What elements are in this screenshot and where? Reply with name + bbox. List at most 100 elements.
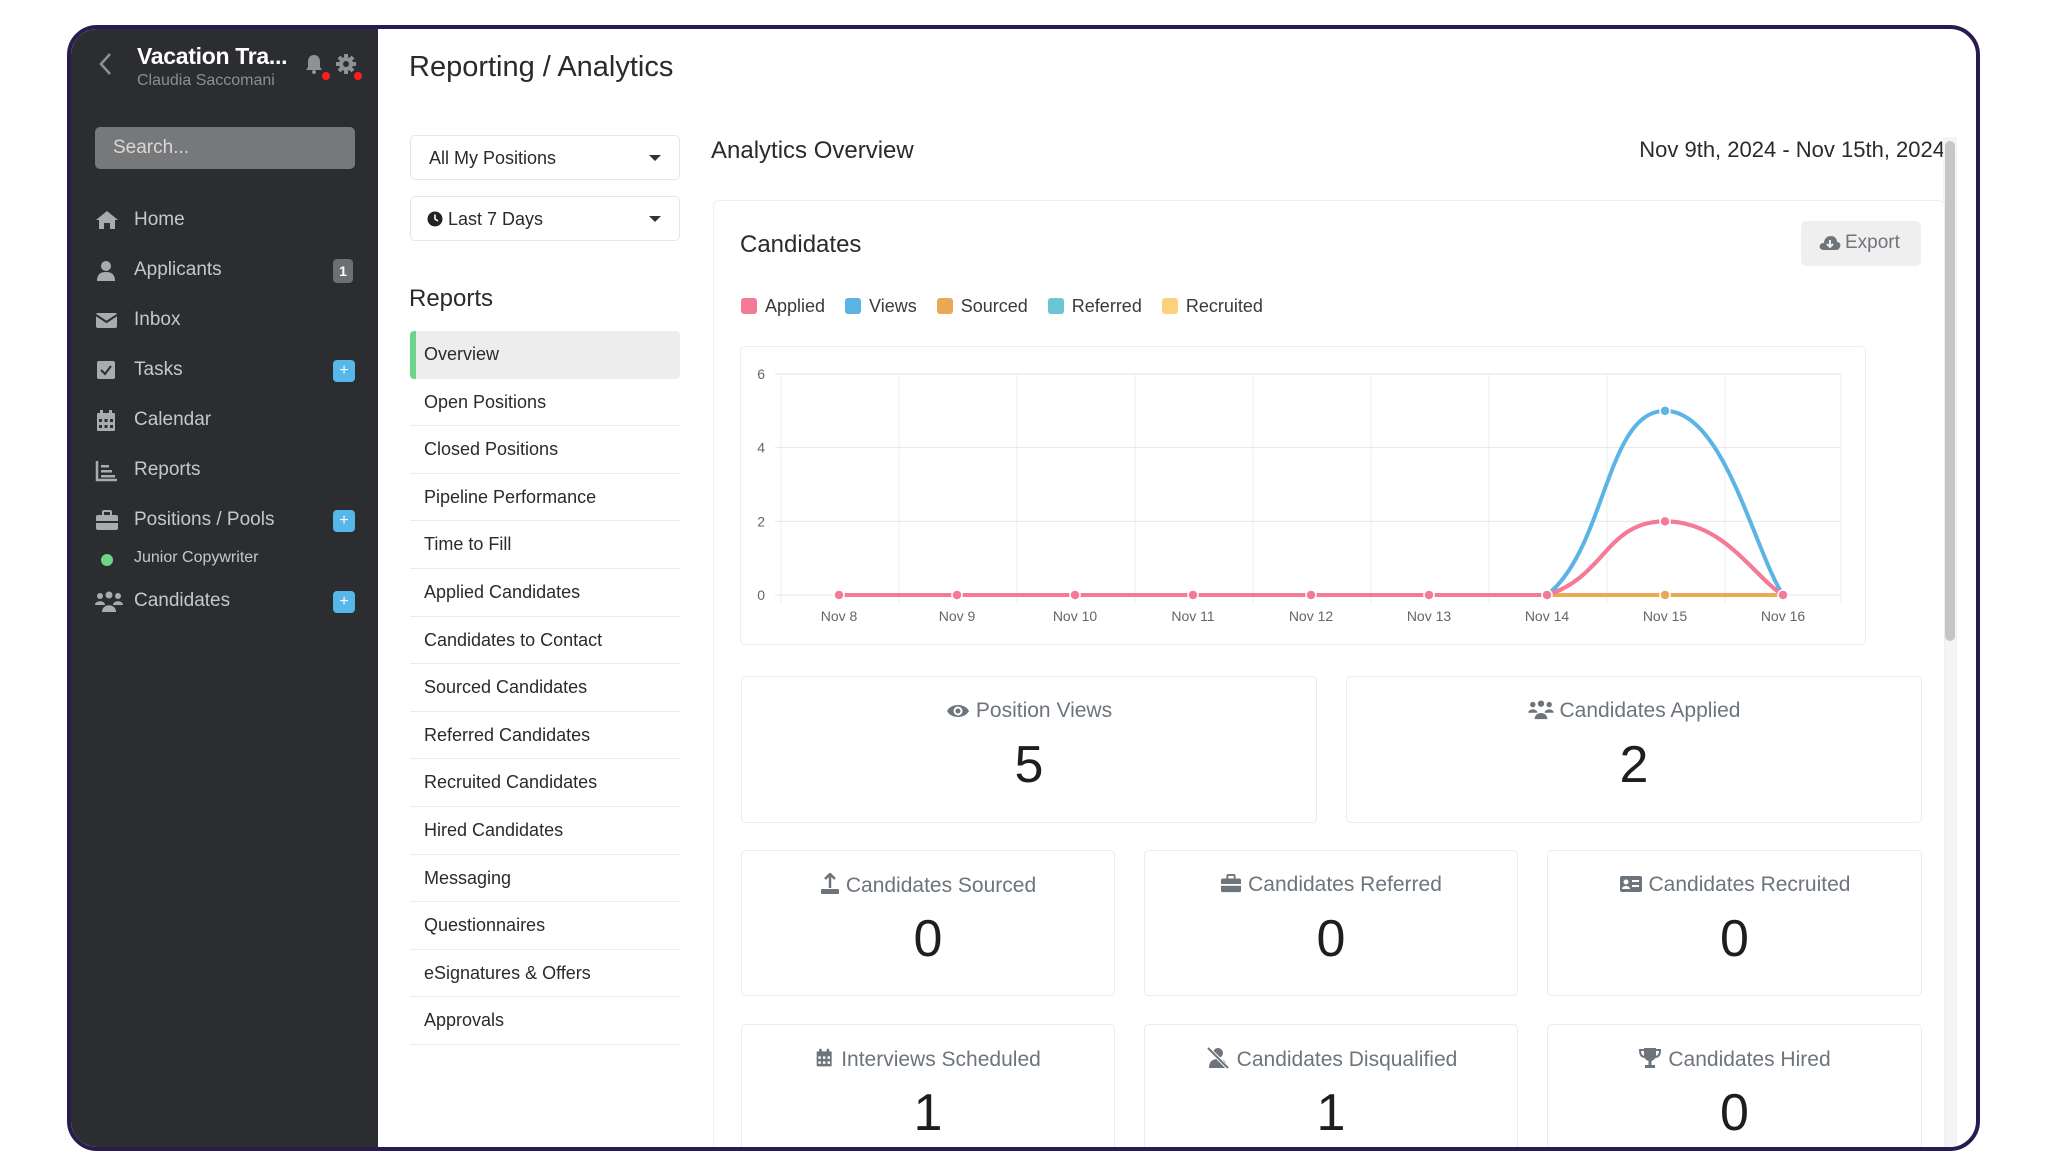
vertical-scrollbar[interactable] <box>1943 137 1957 1147</box>
x-tick-label: Nov 14 <box>1525 608 1570 624</box>
stat-value: 5 <box>1014 736 1044 794</box>
sidebar-subitem-junior-copywriter[interactable]: Junior Copywriter <box>71 547 378 571</box>
legend-item-sourced[interactable]: Sourced <box>936 294 1028 318</box>
report-item-sourced-candidates[interactable]: Sourced Candidates <box>410 664 680 712</box>
stat-value: 0 <box>1316 910 1346 968</box>
y-tick-label: 0 <box>757 587 765 603</box>
series-line-applied-top <box>839 519 1785 597</box>
legend-item-referred[interactable]: Referred <box>1047 294 1142 318</box>
legend-swatch <box>1047 298 1064 314</box>
add-candidate-button[interactable]: + <box>333 591 355 613</box>
stat-value: 1 <box>1316 1084 1346 1142</box>
stat-card-interviews-scheduled: Interviews Scheduled 1 <box>741 1024 1115 1147</box>
scrollbar-thumb[interactable] <box>1945 141 1955 641</box>
settings-gear-icon[interactable] <box>335 53 362 80</box>
x-tick-label: Nov 8 <box>821 608 858 624</box>
export-label: Export <box>1845 232 1900 253</box>
sidebar-item-inbox[interactable]: Inbox <box>71 300 378 340</box>
legend-swatch <box>1161 298 1178 314</box>
sidebar-item-reports[interactable]: Reports <box>71 450 378 490</box>
sidebar-item-tasks[interactable]: Tasks + <box>71 350 378 390</box>
report-item-questionnaires[interactable]: Questionnaires <box>410 902 680 950</box>
report-item-closed-positions[interactable]: Closed Positions <box>410 426 680 474</box>
point-applied <box>1541 589 1553 601</box>
envelope-icon <box>95 310 119 330</box>
stat-value: 0 <box>1720 1084 1749 1142</box>
legend-swatch <box>741 298 757 314</box>
sidebar-item-label: Calendar <box>134 409 212 430</box>
point-views <box>1659 405 1671 417</box>
legend-item-applied[interactable]: Applied <box>741 294 825 318</box>
x-tick-label: Nov 13 <box>1407 608 1452 624</box>
chart-icon <box>95 460 119 482</box>
reports-heading: Reports <box>409 285 494 312</box>
sidebar-item-applicants[interactable]: Applicants 1 <box>71 250 378 290</box>
report-item-overview[interactable]: Overview <box>410 331 680 379</box>
stat-label: Candidates Recruited <box>1648 873 1851 896</box>
stat-label: Candidates Disqualified <box>1236 1048 1458 1071</box>
report-item-recruited-candidates[interactable]: Recruited Candidates <box>410 759 680 807</box>
stat-card-candidates-applied: Candidates Applied 2 <box>1346 676 1922 823</box>
sidebar-item-calendar[interactable]: Calendar <box>71 400 378 440</box>
y-tick-label: 2 <box>757 513 765 529</box>
stat-card-position-views: Position Views 5 <box>741 676 1317 823</box>
sidebar-item-candidates[interactable]: Candidates + <box>71 581 378 621</box>
period-filter-select[interactable]: Last 7 Days <box>410 196 680 241</box>
stat-label: Position Views <box>975 699 1113 722</box>
user-slash-icon <box>1206 1046 1230 1070</box>
x-tick-label: Nov 12 <box>1289 608 1334 624</box>
sidebar-item-label: Applicants <box>134 259 222 280</box>
sidebar-item-label: Positions / Pools <box>134 509 275 530</box>
analytics-overview-title: Analytics Overview <box>711 137 914 164</box>
legend-item-recruited[interactable]: Recruited <box>1161 294 1263 318</box>
report-item-applied-candidates[interactable]: Applied Candidates <box>410 569 680 617</box>
stat-value: 1 <box>913 1084 943 1142</box>
applicants-count-badge: 1 <box>333 259 353 283</box>
id-card-icon <box>1619 876 1642 892</box>
settings-alert-dot <box>354 72 362 80</box>
report-item-pipeline-performance[interactable]: Pipeline Performance <box>410 474 680 522</box>
add-position-button[interactable]: + <box>333 510 355 532</box>
user-name: Claudia Saccomani <box>137 72 275 89</box>
checkbox-icon <box>95 360 119 380</box>
add-task-button[interactable]: + <box>333 360 355 382</box>
legend-swatch <box>845 298 862 314</box>
sidebar-item-positions-pools[interactable]: Positions / Pools + <box>71 500 378 540</box>
sidebar-item-home[interactable]: Home <box>71 200 378 240</box>
org-title[interactable]: Vacation Tra... <box>137 43 287 70</box>
position-status-dot <box>101 554 113 566</box>
stat-label: Candidates Hired <box>1668 1048 1831 1071</box>
report-item-time-to-fill[interactable]: Time to Fill <box>410 521 680 569</box>
legend-item-views[interactable]: Views <box>845 294 917 318</box>
series-line-views <box>837 408 1785 597</box>
sidebar-item-label: Reports <box>134 459 201 480</box>
sidebar-search-input[interactable] <box>95 127 355 169</box>
series-line-applied <box>837 519 1785 597</box>
x-tick-label: Nov 9 <box>939 608 976 624</box>
point-applied <box>1659 515 1671 528</box>
report-item-hired-candidates[interactable]: Hired Candidates <box>410 807 680 855</box>
legend-label: Recruited <box>1185 295 1263 316</box>
back-chevron-icon[interactable] <box>97 51 119 81</box>
positions-filter-select[interactable]: All My Positions <box>410 135 680 180</box>
stat-label: Candidates Sourced <box>845 874 1037 897</box>
stat-label: Interviews Scheduled <box>841 1048 1041 1071</box>
report-item-open-positions[interactable]: Open Positions <box>410 379 680 427</box>
export-button[interactable]: Export <box>1801 221 1921 266</box>
sidebar-item-label: Candidates <box>134 590 231 611</box>
notifications-bell-icon[interactable] <box>303 53 330 80</box>
legend-label: Applied <box>765 295 826 316</box>
report-item-esignatures-offers[interactable]: eSignatures & Offers <box>410 950 680 998</box>
x-tick-label: Nov 16 <box>1761 608 1806 624</box>
y-tick-label: 4 <box>757 440 765 456</box>
report-item-candidates-to-contact[interactable]: Candidates to Contact <box>410 617 680 665</box>
point-applied <box>951 589 963 601</box>
briefcase-icon <box>1221 874 1242 893</box>
report-item-referred-candidates[interactable]: Referred Candidates <box>410 712 680 760</box>
positions-filter-value: All My Positions <box>429 148 557 168</box>
report-item-messaging[interactable]: Messaging <box>410 855 680 903</box>
period-filter-value: Last 7 Days <box>448 209 544 229</box>
report-item-approvals[interactable]: Approvals <box>410 997 680 1045</box>
stat-label: Candidates Applied <box>1559 699 1741 722</box>
users-icon <box>1527 700 1554 720</box>
